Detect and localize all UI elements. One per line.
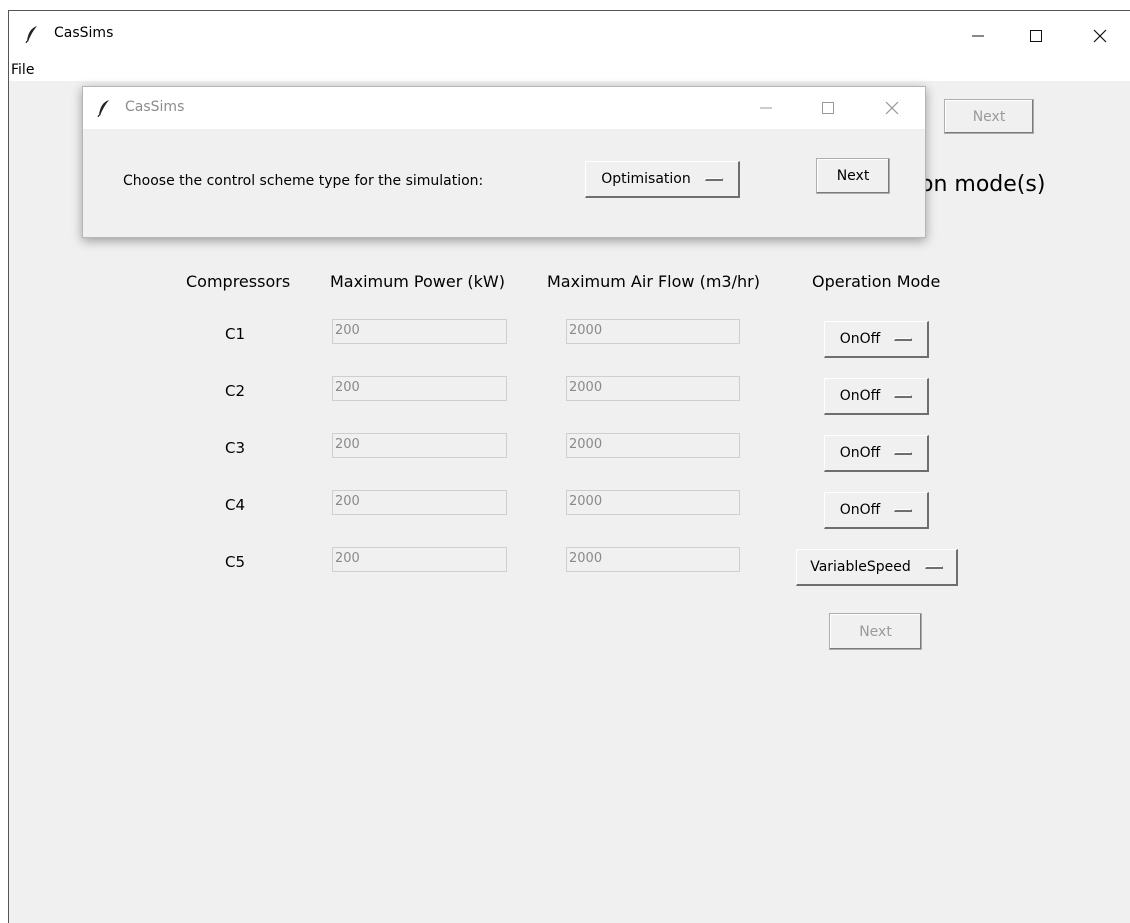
dialog-title: CasSims [125,99,185,115]
max-airflow-input[interactable]: 2000 [566,376,740,401]
dropdown-indicator-icon [894,394,913,398]
feather-icon [97,100,109,117]
dropdown-indicator-icon [894,451,913,455]
compressor-label: C4 [224,496,246,514]
operation-mode-select[interactable]: OnOff [824,378,929,415]
minimize-icon [972,35,984,37]
bottom-next-button[interactable]: Next [829,613,922,650]
column-header-compressors: Compressors [186,272,291,291]
max-power-input[interactable]: 200 [332,547,507,572]
menu-file[interactable]: File [11,62,34,78]
operation-mode-value: OnOff [839,502,881,518]
max-airflow-input[interactable]: 2000 [566,490,740,515]
dialog-close-button[interactable] [869,89,915,127]
operation-mode-value: VariableSpeed [810,559,911,575]
column-header-max-airflow: Maximum Air Flow (m3/hr) [547,272,760,291]
operation-mode-value: OnOff [839,331,881,347]
control-scheme-select[interactable]: Optimisation [585,161,740,198]
feather-icon [25,26,37,43]
operation-mode-select[interactable]: VariableSpeed [796,549,958,586]
dropdown-indicator-icon [894,508,913,512]
menubar: File [9,61,1130,81]
operation-mode-select[interactable]: OnOff [824,435,929,472]
dropdown-indicator-icon [924,565,943,569]
window-title: CasSims [54,25,114,41]
top-next-button[interactable]: Next [944,99,1034,134]
max-airflow-input[interactable]: 2000 [566,547,740,572]
operation-mode-value: OnOff [839,445,881,461]
close-button[interactable] [1077,17,1123,55]
operation-mode-select[interactable]: OnOff [824,321,929,358]
maximize-icon [1030,30,1042,42]
dialog-prompt: Choose the control scheme type for the s… [123,173,484,189]
close-icon [885,101,899,115]
column-header-operation-mode: Operation Mode [812,272,941,291]
dropdown-indicator-icon [704,177,723,181]
dialog-maximize-button[interactable] [805,89,851,127]
dialog-minimize-button[interactable] [743,89,789,127]
dialog-titlebar[interactable]: CasSims [83,87,925,129]
maximize-icon [822,102,834,114]
page-heading: on mode(s) [920,172,1046,197]
minimize-icon [760,107,772,109]
column-header-max-power: Maximum Power (kW) [330,272,505,291]
operation-mode-value: OnOff [839,388,881,404]
max-power-input[interactable]: 200 [332,319,507,344]
max-power-input[interactable]: 200 [332,376,507,401]
compressor-label: C3 [224,439,246,457]
max-power-input[interactable]: 200 [332,433,507,458]
compressor-label: C2 [224,382,246,400]
max-airflow-input[interactable]: 2000 [566,433,740,458]
control-scheme-value: Optimisation [601,171,691,187]
minimize-button[interactable] [955,17,1001,55]
compressor-label: C5 [224,553,246,571]
max-airflow-input[interactable]: 2000 [566,319,740,344]
main-titlebar[interactable]: CasSims [9,11,1130,61]
maximize-button[interactable] [1013,17,1059,55]
dialog-next-button[interactable]: Next [816,158,890,194]
operation-mode-select[interactable]: OnOff [824,492,929,529]
close-icon [1093,29,1107,43]
control-scheme-dialog: CasSims Choose the control scheme type f… [82,86,926,238]
compressor-label: C1 [224,325,246,343]
max-power-input[interactable]: 200 [332,490,507,515]
dropdown-indicator-icon [894,337,913,341]
